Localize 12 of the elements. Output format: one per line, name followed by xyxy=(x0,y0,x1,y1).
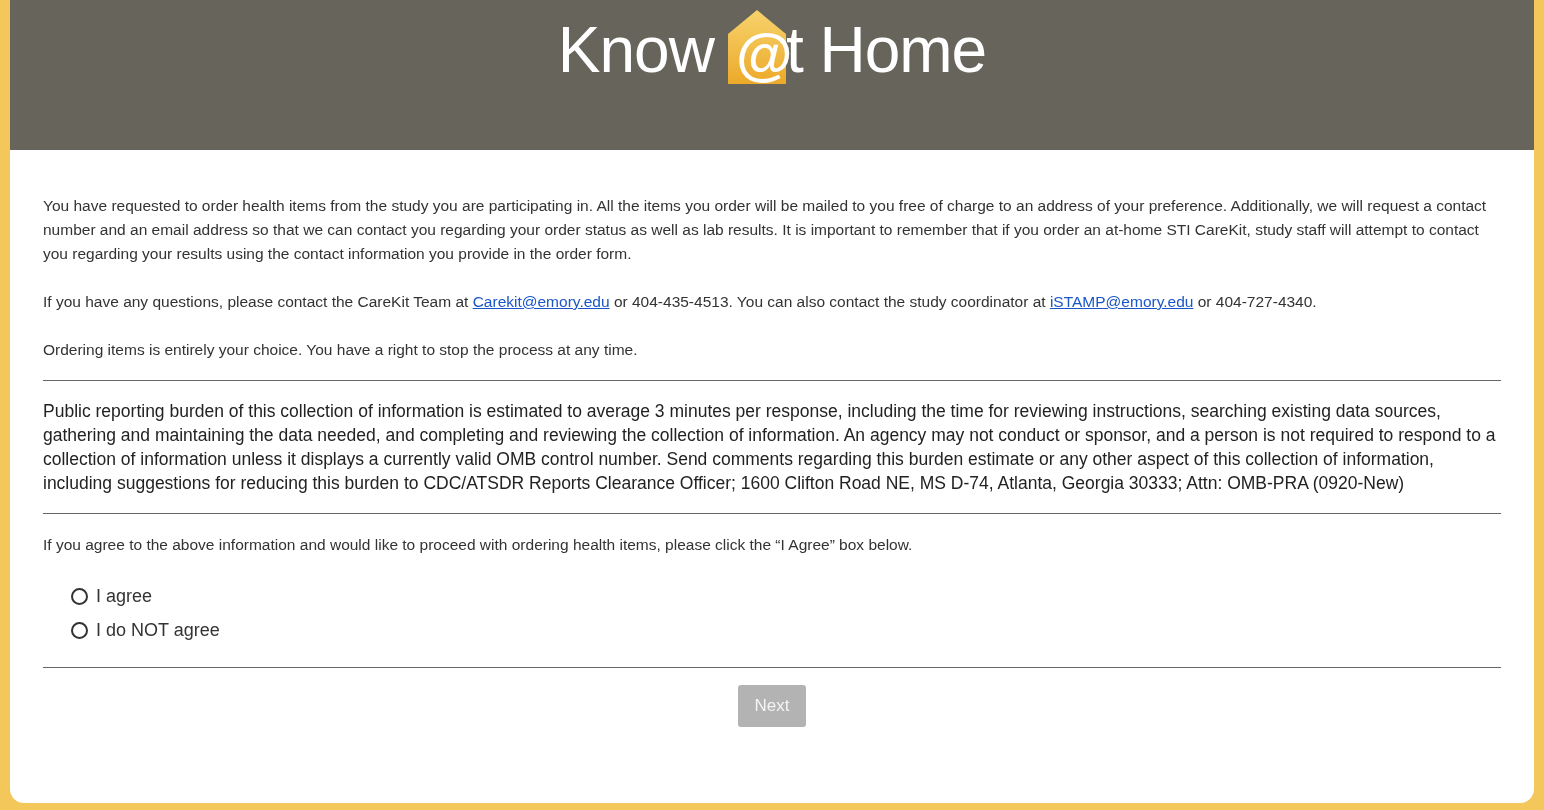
info-paragraph: If you have any questions, please contact the CareKit Team at Carekit@emory.edu or 404-435-4513. You can also contact the study coordinator at iSTAMP@emory.edu or 404-727-4340. xyxy=(43,292,1318,312)
email-link[interactable]: Carekit@emory.edu xyxy=(472,293,610,310)
radio-icon[interactable] xyxy=(71,588,88,605)
info-paragraph: You have requested to order health items from the study you are participating in. All the items you order will be mailed to you free of charge to an address of your preference. Additionally, we will request a contact number and an email address so that we can contact you regarding your order status as well as lab results. It is important to remember that if you order an at-home STI CareKit, study staff will attempt to contact you regarding your results using the contact information you provide in the order form. xyxy=(43,196,1488,264)
info-paragraph: Ordering items is entirely your choice. You have a right to stop the process at any time. xyxy=(43,340,639,360)
radio-icon[interactable] xyxy=(71,622,88,639)
logo-text: Know xyxy=(557,18,714,84)
burden-statement: Public reporting burden of this collection of information is estimated to average 3 minutes per response, including the time for reviewing instructions, searching existing data sources, gathering and maintaining the data needed, and completing and reviewing the collection of information. An agency may not conduct or sponsor, and a person is not required to respond to a collection of information unless it displays a currently valid OMB control number. Send comments regarding this burden estimate or any other aspect of this collection of information, including suggestions for reducing this burden to CDC/ATSDR Reports Clearance Officer; 1600 Clifton Road NE, MS D-74, Atlanta, Georgia 30333; Attn: OMB-PRA (0920-New) xyxy=(43,400,1497,495)
agreement-question: If you agree to the above information and would like to proceed with ordering health items, please click the “I Agree” box below. xyxy=(43,536,914,554)
radio-option[interactable]: I agree xyxy=(71,586,153,607)
email-link[interactable]: iSTAMP@emory.edu xyxy=(1049,293,1194,310)
radio-option[interactable]: I do NOT agree xyxy=(71,620,220,641)
